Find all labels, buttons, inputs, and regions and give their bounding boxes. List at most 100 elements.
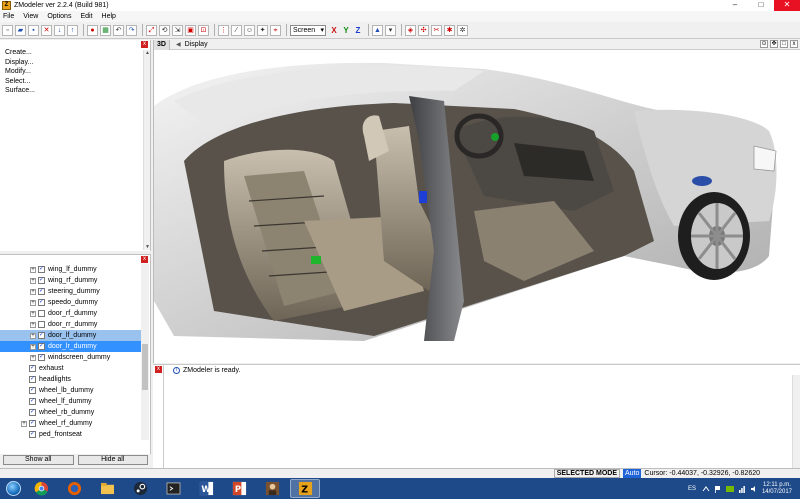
up-arrow-icon[interactable] [702,485,710,493]
expand-toggle-icon[interactable]: + [30,266,36,273]
tree-row[interactable]: + ✓ windscreen_dummy [0,352,141,363]
panel-close-icon[interactable]: x [155,366,162,373]
edge-mode-icon[interactable]: ⁄ [231,24,242,36]
nvidia-icon[interactable] [725,485,734,493]
mapping-icon[interactable]: ✂ [431,24,442,36]
walk-icon[interactable]: ☺ [244,24,255,36]
menu-options[interactable]: Options [47,13,71,20]
scale-tool-icon[interactable]: ⇲ [172,24,183,36]
volume-icon[interactable] [750,485,758,493]
cmd-display[interactable]: Display... [5,58,35,68]
visibility-checkbox[interactable]: ✓ [38,299,45,306]
cmd-create[interactable]: Create... [5,48,35,58]
menu-help[interactable]: Help [102,13,116,20]
tree-row[interactable]: + ✓ door_lf_dummy [0,330,141,341]
select-tool-icon[interactable]: ▣ [185,24,196,36]
export-icon[interactable]: ↑ [67,24,78,36]
language-indicator[interactable]: ES [688,486,696,492]
menu-edit[interactable]: Edit [80,13,92,20]
expand-toggle-icon[interactable]: + [30,310,36,317]
close-file-icon[interactable]: ✕ [41,24,52,36]
redo-icon[interactable]: ↷ [126,24,137,36]
scroll-up-arrow-icon[interactable]: ▲ [144,50,151,56]
visibility-checkbox[interactable]: ✓ [29,398,36,405]
visibility-checkbox[interactable]: ✓ [38,332,45,339]
photo-icon[interactable] [257,479,287,498]
uv-icon[interactable]: ✱ [444,24,455,36]
visibility-checkbox[interactable]: ✓ [29,431,36,438]
hide-all-button[interactable]: Hide all [77,455,148,465]
save-icon[interactable]: ▪ [28,24,39,36]
scroll-thumb[interactable] [142,344,148,390]
menu-view[interactable]: View [23,13,38,20]
undo-icon[interactable]: ↶ [113,24,124,36]
menu-file[interactable]: File [3,13,14,20]
tree-row[interactable]: +✓door_rr_dummy [0,319,141,330]
visibility-checkbox[interactable]: ✓ [38,354,45,361]
tree-scrollbar[interactable] [141,264,149,440]
tree-row[interactable]: ✓ headlights [0,374,141,385]
rotate-tool-icon[interactable]: ⟲ [159,24,170,36]
axis-y-toggle[interactable]: Y [341,25,351,36]
car-interior-render[interactable] [154,51,800,363]
viewport-3d[interactable]: 3D ◀ Display ⊙ ✥ □ x [153,39,800,363]
panel-close-icon[interactable]: x [141,256,148,263]
chrome-icon[interactable] [26,479,56,498]
close-button[interactable]: ✕ [774,0,800,11]
zmodeler-icon[interactable]: Z [290,479,320,498]
network-icon[interactable] [738,485,746,493]
tree-row[interactable]: + ✓ door_lr_dummy [0,341,141,352]
flag-icon[interactable] [714,485,722,493]
taskbar-clock[interactable]: 12:11 p.m. 14/07/2017 [762,482,792,496]
word-icon[interactable]: W [191,479,221,498]
tree-row[interactable]: + ✓ wheel_rf_dummy [0,418,141,429]
visibility-checkbox[interactable]: ✓ [29,387,36,394]
firefox-icon[interactable] [59,479,89,498]
expand-toggle-icon[interactable]: + [30,321,36,328]
bone-icon[interactable]: ✦ [257,24,268,36]
visibility-checkbox[interactable]: ✓ [38,266,45,273]
show-all-button[interactable]: Show all [3,455,74,465]
move-tool-icon[interactable]: ⤢ [146,24,157,36]
start-button[interactable] [0,478,26,499]
tree-row[interactable]: + ✓ steering_dummy [0,286,141,297]
visibility-checkbox[interactable]: ✓ [29,365,36,372]
powerpoint-icon[interactable]: P [224,479,254,498]
tree-row[interactable]: ✓ wheel_lb_dummy [0,385,141,396]
explorer-icon[interactable] [92,479,122,498]
expand-toggle-icon[interactable]: + [30,343,36,350]
minimize-button[interactable]: – [722,0,748,11]
visibility-checkbox[interactable]: ✓ [38,321,45,328]
scroll-down-arrow-icon[interactable]: ▼ [144,244,151,250]
new-file-icon[interactable]: ▫ [2,24,13,36]
command-scrollbar[interactable]: ▲ ▼ [143,50,150,250]
viewport-label[interactable]: 3D [154,39,170,50]
expand-toggle-icon[interactable]: + [30,354,36,361]
tree-row[interactable]: ✓ wheel_rb_dummy [0,407,141,418]
visibility-checkbox[interactable]: ✓ [29,409,36,416]
close-viewport-icon[interactable]: x [790,40,798,48]
expand-toggle-icon[interactable]: + [30,332,36,339]
excel-icon[interactable]: ▦ [100,24,111,36]
light-icon[interactable]: ▲ [372,24,383,36]
record-icon[interactable]: ● [87,24,98,36]
flags-icon[interactable]: ✲ [457,24,468,36]
material-icon[interactable]: ◈ [405,24,416,36]
coord-mode-select[interactable]: Screen [290,24,326,36]
axis-x-toggle[interactable]: X [329,25,339,36]
tree-row[interactable]: +✓door_rf_dummy [0,308,141,319]
visibility-checkbox[interactable]: ✓ [38,343,45,350]
visibility-checkbox[interactable]: ✓ [38,277,45,284]
cmd-surface[interactable]: Surface... [5,86,35,96]
tree-row[interactable]: ✓ exhaust [0,363,141,374]
visibility-checkbox[interactable]: ✓ [29,376,36,383]
expand-toggle-icon[interactable]: + [30,277,36,284]
select-region-icon[interactable]: ⊡ [198,24,209,36]
panel-close-icon[interactable]: x [141,41,148,48]
vertex-mode-icon[interactable]: ⋮ [218,24,229,36]
visibility-checkbox[interactable]: ✓ [38,310,45,317]
pan-icon[interactable]: ✥ [770,40,778,48]
maximize-button[interactable]: □ [748,0,774,11]
import-icon[interactable]: ↓ [54,24,65,36]
axis-z-toggle[interactable]: Z [353,25,363,36]
